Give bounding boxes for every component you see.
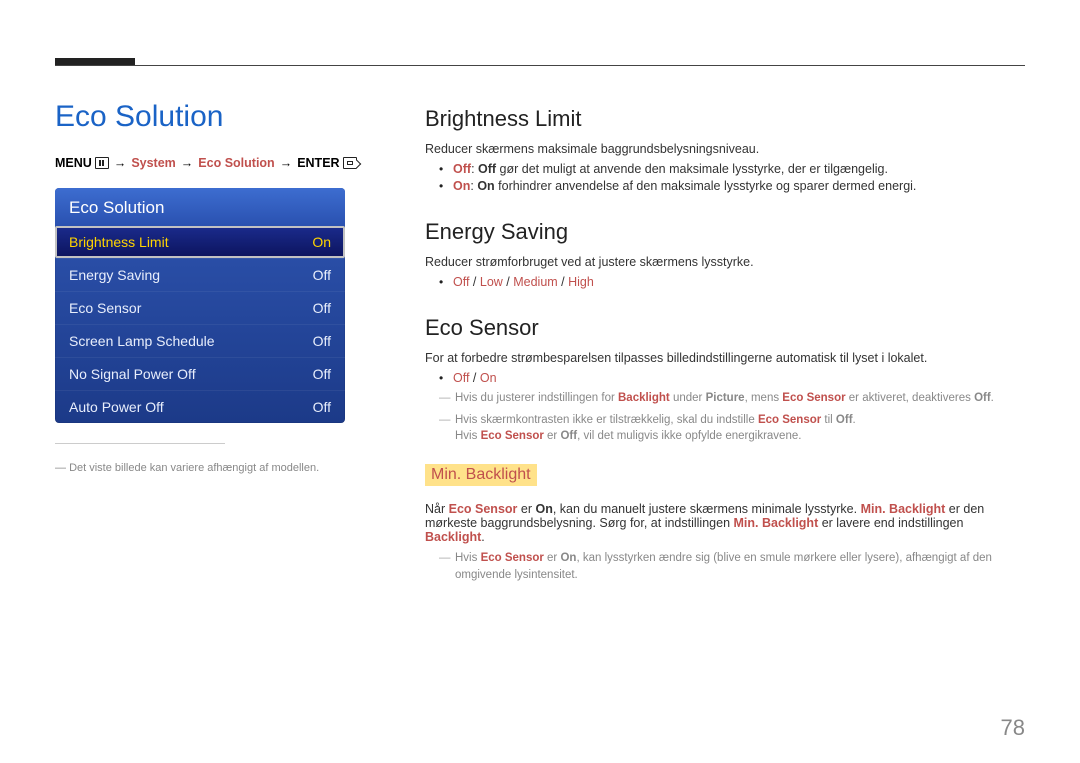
brightness-desc: Reducer skærmens maksimale baggrundsbely… <box>425 142 1005 156</box>
osd-panel: Eco Solution Brightness Limit On Energy … <box>55 188 345 423</box>
osd-item-value: Off <box>313 267 331 283</box>
osd-item-label: Eco Sensor <box>69 300 141 316</box>
heading-min-backlight: Min. Backlight <box>425 464 537 486</box>
bc-arrow: → <box>278 156 295 170</box>
min-backlight-desc: Når Eco Sensor er On, kan du manuelt jus… <box>425 502 1005 544</box>
osd-item-brightness-limit[interactable]: Brightness Limit On <box>55 226 345 258</box>
section-title: Eco Solution <box>55 100 400 134</box>
eco-sensor-options: Off / On <box>443 371 1005 385</box>
bc-arrow: → <box>112 156 129 170</box>
osd-footnote: ― Det viste billede kan variere afhængig… <box>55 454 400 474</box>
energy-options: Off / Low / Medium / High <box>443 275 1005 289</box>
heading-brightness-limit: Brightness Limit <box>425 106 1005 132</box>
osd-item-label: Auto Power Off <box>69 399 164 415</box>
bc-system: System <box>131 156 175 170</box>
osd-item-label: Energy Saving <box>69 267 160 283</box>
energy-desc: Reducer strømforbruget ved at justere sk… <box>425 255 1005 269</box>
bc-arrow: → <box>179 156 196 170</box>
bc-eco: Eco Solution <box>198 156 274 170</box>
page-number: 78 <box>1001 715 1025 741</box>
osd-item-label: Brightness Limit <box>69 234 169 250</box>
osd-item-value: Off <box>313 366 331 382</box>
osd-item-no-signal[interactable]: No Signal Power Off Off <box>55 357 345 390</box>
osd-item-energy-saving[interactable]: Energy Saving Off <box>55 258 345 291</box>
osd-title: Eco Solution <box>55 188 345 226</box>
osd-item-auto-power-off[interactable]: Auto Power Off Off <box>55 390 345 423</box>
heading-energy-saving: Energy Saving <box>425 219 1005 245</box>
enter-icon <box>343 157 357 169</box>
osd-item-value: Off <box>313 300 331 316</box>
osd-item-value: Off <box>313 333 331 349</box>
osd-item-screen-lamp[interactable]: Screen Lamp Schedule Off <box>55 324 345 357</box>
page-top-accent <box>55 58 135 65</box>
bc-menu: MENU <box>55 156 92 170</box>
min-backlight-note: Hvis Eco Sensor er On, kan lysstyrken æn… <box>443 550 1005 583</box>
menu-icon <box>95 157 109 169</box>
brightness-bullet-off: Off: Off gør det muligt at anvende den m… <box>443 162 1005 176</box>
bc-enter: ENTER <box>297 156 339 170</box>
osd-item-value: On <box>312 234 331 250</box>
eco-note-1: Hvis du justerer indstillingen for Backl… <box>443 390 1005 407</box>
osd-item-label: Screen Lamp Schedule <box>69 333 215 349</box>
eco-note-2: Hvis skærmkontrasten ikke er tilstrækkel… <box>443 412 1005 445</box>
breadcrumb: MENU → System → Eco Solution → ENTER <box>55 156 400 170</box>
page-top-rule <box>55 65 1025 66</box>
osd-item-eco-sensor[interactable]: Eco Sensor Off <box>55 291 345 324</box>
footnote-rule <box>55 443 225 444</box>
osd-item-label: No Signal Power Off <box>69 366 196 382</box>
brightness-bullet-on: On: On forhindrer anvendelse af den maks… <box>443 179 1005 193</box>
heading-eco-sensor: Eco Sensor <box>425 315 1005 341</box>
osd-item-value: Off <box>313 399 331 415</box>
eco-sensor-desc: For at forbedre strømbesparelsen tilpass… <box>425 351 1005 365</box>
